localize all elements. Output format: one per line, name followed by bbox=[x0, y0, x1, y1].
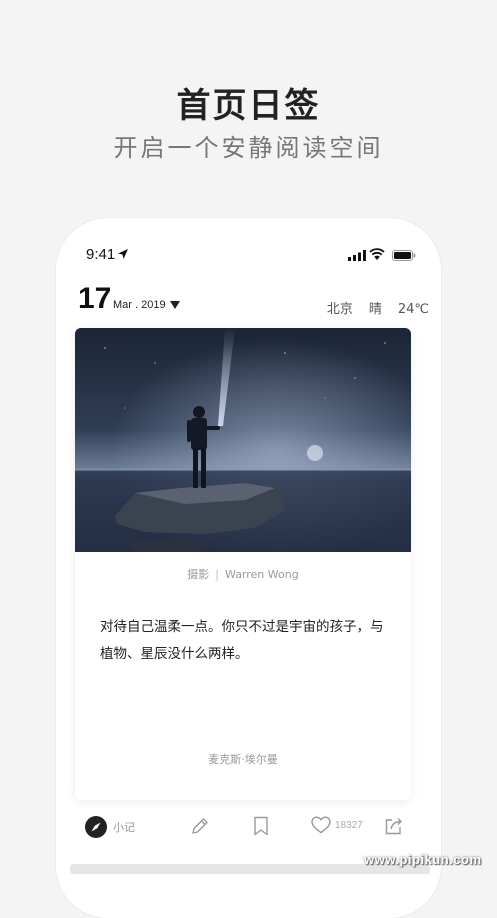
watermark-text: www.pipikun.com bbox=[364, 852, 482, 867]
weather-condition: 晴 bbox=[368, 302, 382, 317]
wifi-icon bbox=[369, 248, 385, 260]
share-icon bbox=[385, 818, 402, 835]
like-count: 18327 bbox=[335, 819, 363, 831]
bottom-toolbar: 小记 18327 bbox=[78, 816, 418, 842]
location-arrow-icon bbox=[118, 249, 128, 259]
daily-card[interactable]: 摄影 | Warren Wong 对待自己温柔一点。你只不过是宇宙的孩子，与植物、星… bbox=[75, 328, 411, 800]
photographer-name: Warren Wong bbox=[225, 568, 299, 581]
status-time: 9:41 bbox=[86, 246, 116, 263]
note-button[interactable]: 小记 bbox=[85, 816, 135, 838]
credit-separator: | bbox=[215, 568, 220, 581]
weather-info: 北京晴 24℃ bbox=[311, 298, 429, 317]
date-month-year[interactable]: Mar . 2019 bbox=[113, 299, 166, 311]
compass-icon bbox=[85, 816, 107, 838]
weather-city: 北京 bbox=[326, 302, 353, 317]
note-label: 小记 bbox=[113, 821, 135, 834]
credit-prefix: 摄影 bbox=[187, 568, 210, 581]
photo-credit: 摄影 | Warren Wong bbox=[75, 566, 411, 582]
battery-icon bbox=[392, 250, 416, 261]
pencil-icon bbox=[192, 818, 208, 834]
bookmark-button[interactable] bbox=[252, 816, 270, 836]
edit-button[interactable] bbox=[190, 816, 210, 836]
heart-icon bbox=[311, 816, 331, 834]
weather-temperature: 24℃ bbox=[397, 302, 429, 317]
hero-subtitle: 开启一个安静阅读空间 bbox=[113, 134, 384, 162]
like-button[interactable]: 18327 bbox=[311, 816, 363, 834]
dropdown-caret-icon[interactable] bbox=[170, 301, 180, 309]
date-day: 17 bbox=[78, 282, 112, 315]
quote-author: 麦克斯·埃尔曼 bbox=[208, 753, 278, 766]
signal-icon bbox=[348, 250, 366, 261]
phone-frame: 9:41 17 Mar . 2019 北京晴 24℃ 摄影 | Warren W… bbox=[56, 218, 441, 918]
card-photo bbox=[75, 328, 411, 552]
bookmark-icon bbox=[254, 816, 268, 836]
quote-text: 对待自己温柔一点。你只不过是宇宙的孩子，与植物、星辰没什么两样。 bbox=[100, 619, 384, 662]
share-button[interactable] bbox=[384, 816, 404, 836]
hero-title: 首页日签 bbox=[176, 86, 321, 126]
date-header: 17 Mar . 2019 北京晴 24℃ bbox=[78, 282, 429, 322]
